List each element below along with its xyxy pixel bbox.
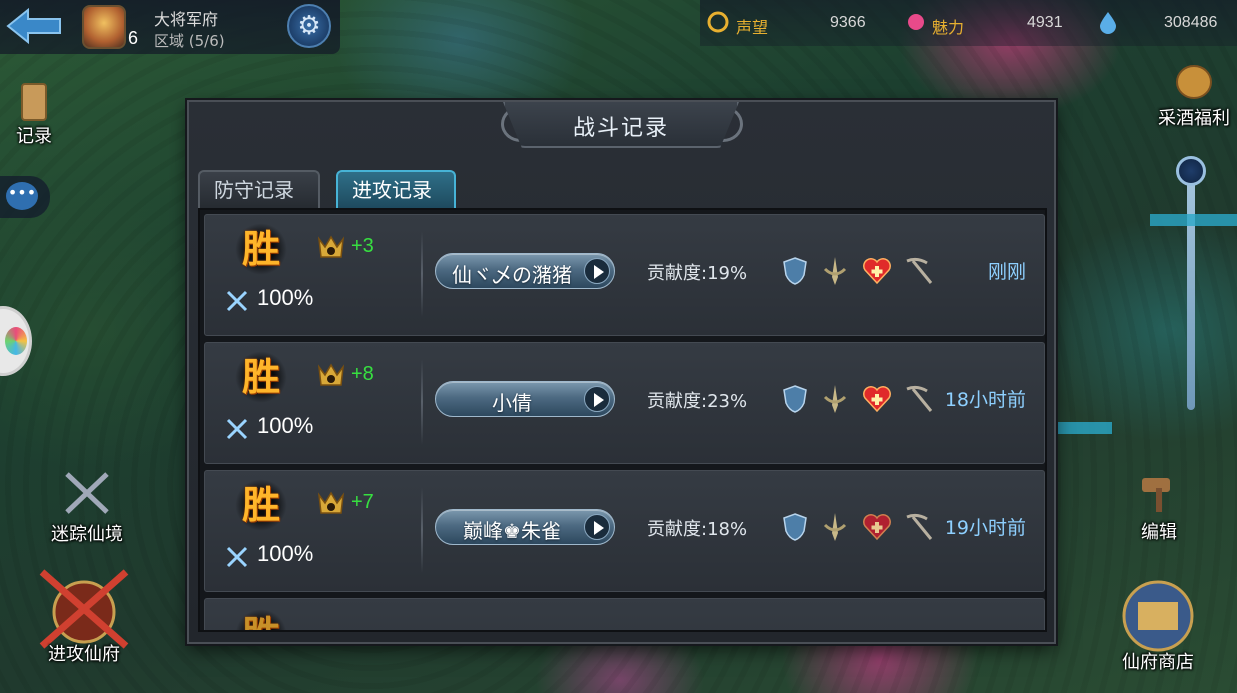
pickaxe-icon — [906, 385, 933, 412]
row-divider — [421, 487, 423, 573]
records-button[interactable]: 记录 — [6, 80, 62, 148]
rank-delta: +3 — [351, 235, 374, 257]
reputation-value: 9366 — [830, 14, 866, 31]
player-name-button[interactable]: 巅峰♚朱雀 — [435, 509, 615, 545]
record-row: 胜 — [204, 598, 1045, 630]
reputation-label: 声望 — [736, 18, 769, 37]
play-arrow-icon — [584, 514, 610, 540]
battle-record-dialog: 战斗记录 防守记录 进攻记录 胜 +3 100% 仙ヾ乄の潴猪 贡献度:19% — [187, 100, 1056, 644]
record-time: 18小时前 — [944, 389, 1026, 411]
sword-crest-icon — [823, 257, 847, 285]
edit-button[interactable]: 编辑 — [1124, 470, 1194, 544]
rank-crest-icon — [317, 363, 345, 386]
player-name-button[interactable]: 小倩 — [435, 381, 615, 417]
home-name: 大将军府 — [154, 10, 219, 29]
crossed-swords-icon — [226, 546, 248, 568]
player-name-button[interactable]: 仙ヾ乄の潴猪 — [435, 253, 615, 289]
row-divider — [421, 231, 423, 317]
record-list[interactable]: 胜 +3 100% 仙ヾ乄の潴猪 贡献度:19% 刚刚 胜 +8 100% 小倩… — [198, 208, 1047, 632]
chat-button[interactable]: ••• — [0, 176, 50, 218]
shield-icon — [783, 513, 807, 541]
zoom-slider-knob[interactable] — [1176, 156, 1206, 186]
row-divider — [421, 359, 423, 445]
sword-crest-icon — [823, 513, 847, 541]
damage-percent: 100% — [257, 541, 314, 566]
attack-palace-button[interactable]: 进攻仙府 — [28, 566, 140, 666]
charm-value: 4931 — [1027, 14, 1063, 31]
record-row: 胜 +3 100% 仙ヾ乄の潴猪 贡献度:19% 刚刚 — [204, 214, 1045, 336]
map-bridge — [1150, 214, 1237, 226]
record-row: 胜 +7 100% 巅峰♚朱雀 贡献度:18% 19小时前 — [204, 470, 1045, 592]
chat-dots-icon: ••• — [6, 182, 38, 210]
shield-icon — [783, 257, 807, 285]
maze-button[interactable]: 迷踪仙境 — [42, 470, 132, 546]
water-value: 308486 — [1164, 14, 1218, 31]
win-result: 胜 — [235, 609, 287, 630]
rank-delta: +8 — [351, 363, 374, 385]
contribution-text: 贡献度:19% — [647, 263, 748, 284]
heart-heal-icon — [863, 258, 891, 285]
home-level: 6 — [128, 28, 139, 48]
edit-label: 编辑 — [1141, 522, 1177, 543]
settings-gear-icon[interactable]: ⚙ — [287, 4, 331, 48]
home-region: 区域 (5/6) — [154, 32, 225, 50]
player-name: 仙ヾ乄の潴猪 — [452, 263, 572, 287]
crossed-swords-icon — [226, 418, 248, 440]
contribution-text: 贡献度:18% — [647, 519, 748, 540]
laurel-icon — [707, 11, 729, 33]
tab-defense-records[interactable]: 防守记录 — [198, 170, 320, 208]
resource-bar: 声望 9366 魅力 4931 308486 — [700, 0, 1237, 46]
zoom-slider-track[interactable] — [1187, 160, 1195, 410]
contribution-text: 贡献度:23% — [647, 391, 748, 412]
palace-shop-button[interactable]: 仙府商店 — [1100, 572, 1216, 674]
player-name: 小倩 — [492, 391, 532, 415]
heart-heal-icon — [863, 514, 891, 541]
crossed-swords-icon — [65, 472, 109, 514]
win-result: 胜 — [235, 479, 287, 531]
pickaxe-icon — [906, 257, 933, 284]
damage-percent: 100% — [257, 285, 314, 310]
home-palace-icon[interactable] — [82, 5, 126, 49]
rank-crest-icon — [317, 235, 345, 258]
scroll-icon — [21, 83, 47, 121]
records-label: 记录 — [16, 126, 52, 147]
damage-percent: 100% — [257, 413, 314, 438]
tab-attack-records[interactable]: 进攻记录 — [336, 170, 456, 208]
home-info-bar: 6 大将军府 区域 (5/6) ⚙ — [0, 0, 340, 54]
sword-crest-icon — [823, 385, 847, 413]
pickaxe-icon — [906, 513, 933, 540]
flower-icon — [908, 14, 924, 30]
win-result: 胜 — [235, 351, 287, 403]
wine-welfare-button[interactable]: 采酒福利 — [1148, 56, 1237, 130]
shield-icon — [783, 385, 807, 413]
player-name: 巅峰♚朱雀 — [463, 519, 561, 543]
dialog-title: 战斗记录 — [572, 116, 669, 141]
wine-jar-icon — [1176, 65, 1212, 99]
charm-label: 魅力 — [932, 18, 965, 37]
win-result: 胜 — [235, 223, 287, 275]
record-time: 19小时前 — [944, 517, 1026, 539]
record-time: 刚刚 — [987, 261, 1026, 283]
water-drop-icon — [1100, 12, 1116, 34]
heart-heal-icon — [863, 386, 891, 413]
rank-delta: +7 — [351, 491, 374, 513]
wine-welfare-label: 采酒福利 — [1158, 108, 1230, 129]
play-arrow-icon — [584, 386, 610, 412]
record-row: 胜 +8 100% 小倩 贡献度:23% 18小时前 — [204, 342, 1045, 464]
play-arrow-icon — [584, 258, 610, 284]
rank-crest-icon — [317, 491, 345, 514]
map-bridge — [1058, 422, 1112, 434]
maze-label: 迷踪仙境 — [51, 524, 123, 545]
back-arrow-icon[interactable] — [4, 6, 64, 46]
palace-shop-icon — [1122, 580, 1194, 652]
hammer-icon — [1142, 478, 1170, 512]
crossed-swords-icon — [226, 290, 248, 312]
